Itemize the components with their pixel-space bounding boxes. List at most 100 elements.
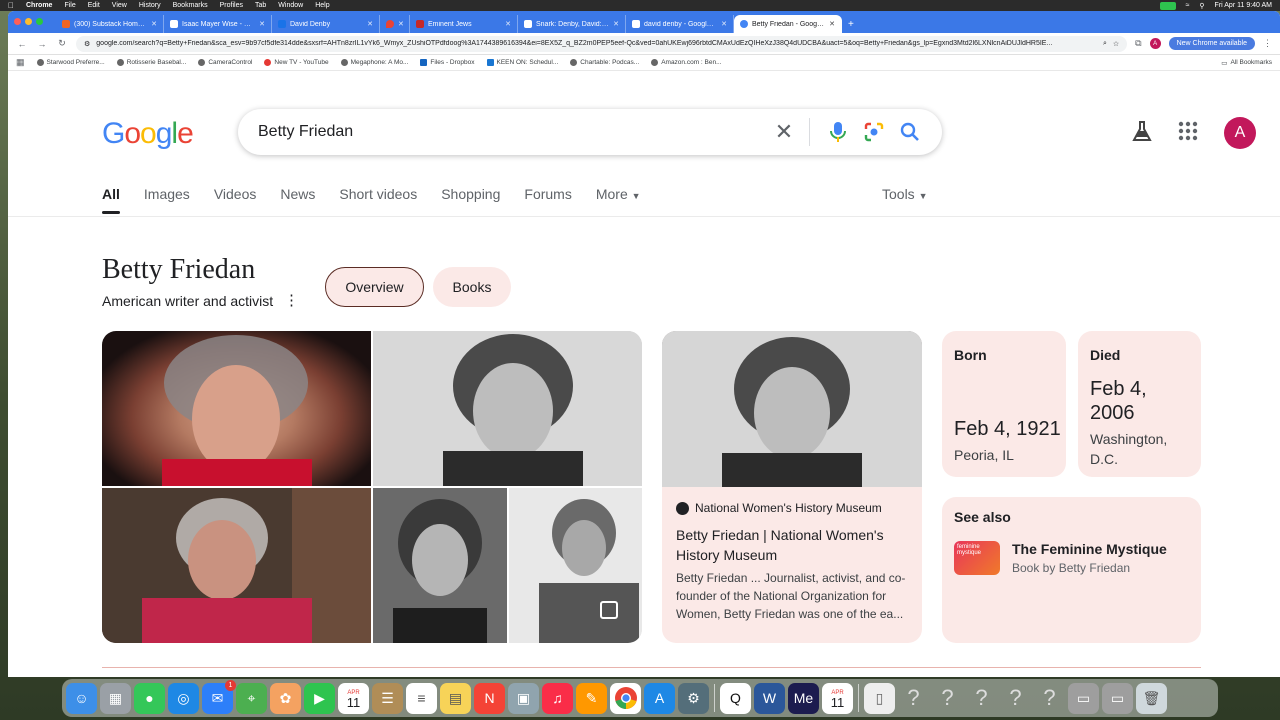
menu-kebab-icon[interactable]: ⋮: [1263, 38, 1272, 49]
tab-google-denby[interactable]: david denby - Google Search✕: [626, 15, 734, 33]
calendar-icon[interactable]: APR 11: [338, 682, 369, 714]
reminders-icon[interactable]: ≡: [406, 682, 437, 714]
tab-google-friedan[interactable]: Betty Friedan - Google Search ✕: [734, 15, 842, 33]
menu-bookmarks[interactable]: Bookmarks: [173, 2, 208, 9]
bookmark-star-icon[interactable]: ☆: [1113, 40, 1119, 48]
tab-more[interactable]: More ▼: [596, 186, 641, 214]
google-apps-icon[interactable]: [1178, 121, 1198, 146]
extensions-icon[interactable]: ⧉: [1135, 38, 1141, 49]
search-submit-icon[interactable]: [896, 118, 924, 146]
close-tab-icon[interactable]: ✕: [721, 20, 727, 28]
bookmark-item[interactable]: CameraControl: [198, 59, 252, 66]
apps-grid-icon[interactable]: ▦: [16, 57, 25, 68]
forward-icon[interactable]: →: [36, 39, 48, 49]
mail-icon[interactable]: ✉ 1: [202, 679, 236, 714]
close-tab-icon[interactable]: ✕: [367, 20, 373, 28]
search-input[interactable]: [258, 123, 769, 141]
bookmark-item[interactable]: Chartable: Podcas...: [570, 59, 639, 66]
entity-image[interactable]: [102, 488, 371, 643]
menu-edit[interactable]: Edit: [88, 2, 100, 9]
reload-icon[interactable]: ↻: [56, 38, 68, 49]
close-tab-icon[interactable]: ✕: [398, 20, 404, 28]
bookmark-item[interactable]: Megaphone: A Mo...: [340, 59, 408, 66]
messages-icon[interactable]: ●: [134, 682, 165, 714]
pages-icon[interactable]: ✎: [576, 682, 607, 714]
source-title-link[interactable]: Betty Friedan | National Women's History…: [676, 525, 912, 565]
lens-search-icon[interactable]: [860, 118, 888, 146]
facetime-status-icon[interactable]: [1159, 1, 1176, 10]
word-icon[interactable]: W: [754, 682, 785, 714]
account-avatar[interactable]: A: [1224, 117, 1256, 149]
trash-icon[interactable]: 🗑: [1136, 682, 1167, 714]
contacts-icon[interactable]: ☰: [372, 682, 403, 714]
entity-image[interactable]: [373, 488, 507, 643]
tab-eminent-jews[interactable]: Eminent Jews ✕: [410, 15, 518, 33]
address-bar[interactable]: ⚙ google.com/search?q=Betty+Friedan&sca_…: [76, 35, 1128, 52]
bookmark-item[interactable]: KEEN ON: Schedul...: [486, 59, 558, 66]
site-info-icon[interactable]: ⚙: [84, 40, 90, 48]
search-icon[interactable]: ⚲: [1199, 2, 1204, 10]
menu-window[interactable]: Window: [278, 2, 303, 9]
preview-icon[interactable]: ▣: [508, 682, 539, 714]
unknown-app-icon[interactable]: ?: [898, 683, 929, 714]
died-card[interactable]: Died Feb 4, 2006 Washington, D.C.: [1078, 331, 1201, 477]
close-window-button[interactable]: [14, 18, 21, 25]
unknown-app-icon[interactable]: ?: [966, 683, 997, 714]
clear-search-icon[interactable]: ✕: [769, 119, 799, 145]
book-thumbnail[interactable]: feminine mystique: [954, 541, 1000, 575]
system-settings-icon[interactable]: ⚙: [678, 682, 709, 714]
minimized-window-icon[interactable]: ▭: [1068, 682, 1099, 714]
tab-amazon-snark[interactable]: Snark: Denby, David: 97814... ✕: [518, 15, 626, 33]
minimize-window-button[interactable]: [25, 18, 32, 25]
photos-icon[interactable]: ✿: [270, 682, 301, 714]
tab-videos[interactable]: Videos: [214, 186, 257, 214]
wifi-icon[interactable]: ≈: [1186, 2, 1190, 9]
menubar-clock[interactable]: Fri Apr 11 9:40 AM: [1215, 2, 1272, 9]
safari-icon[interactable]: ◎: [168, 682, 199, 714]
tab-news[interactable]: News: [280, 186, 315, 214]
tab-wikipedia[interactable]: Isaac Mayer Wise - Wikipedia ✕: [164, 15, 272, 33]
labs-flask-icon[interactable]: [1132, 120, 1152, 147]
menu-profiles[interactable]: Profiles: [220, 2, 243, 9]
menu-history[interactable]: History: [139, 2, 161, 9]
tab-david-denby[interactable]: David Denby ✕: [272, 15, 380, 33]
entity-image[interactable]: [102, 331, 371, 486]
tab-all[interactable]: All: [102, 186, 120, 214]
apple-icon[interactable]: : [8, 1, 14, 10]
entity-image[interactable]: [509, 488, 642, 643]
chip-books[interactable]: Books: [433, 267, 511, 307]
minimized-window-icon[interactable]: ▭: [1102, 682, 1133, 714]
profile-icon[interactable]: A: [1149, 38, 1161, 49]
tab-forums[interactable]: Forums: [524, 186, 571, 214]
menu-file[interactable]: File: [64, 2, 75, 9]
zoom-window-button[interactable]: [36, 18, 43, 25]
unknown-app-icon[interactable]: ?: [1000, 683, 1031, 714]
quicktime-icon[interactable]: Q: [720, 682, 751, 714]
media-encoder-icon[interactable]: Me: [788, 682, 819, 714]
bookmark-item[interactable]: Amazon.com : Ben...: [651, 59, 722, 66]
back-icon[interactable]: ←: [16, 39, 28, 49]
maps-icon[interactable]: ⌖: [236, 682, 267, 714]
source-card[interactable]: National Women's History Museum Betty Fr…: [662, 331, 922, 643]
new-tab-button[interactable]: +: [842, 19, 860, 30]
close-tab-icon[interactable]: ✕: [829, 20, 835, 28]
tools-button[interactable]: Tools ▼: [882, 186, 928, 202]
news-icon[interactable]: N: [474, 682, 505, 714]
chrome-icon[interactable]: [610, 682, 641, 714]
facetime-icon[interactable]: ▶: [304, 682, 335, 714]
tab-images[interactable]: Images: [144, 186, 190, 214]
book-title-link[interactable]: The Feminine Mystique: [1012, 541, 1167, 557]
entity-more-options-icon[interactable]: ⋮: [284, 291, 299, 309]
bookmark-item[interactable]: Files - Dropbox: [420, 59, 475, 66]
new-chrome-available-button[interactable]: New Chrome available: [1168, 37, 1255, 50]
google-logo[interactable]: Google: [102, 117, 194, 151]
close-tab-icon[interactable]: ✕: [151, 20, 157, 28]
close-tab-icon[interactable]: ✕: [259, 20, 265, 28]
voice-search-icon[interactable]: [824, 118, 852, 146]
tab-short-videos[interactable]: Short videos: [339, 186, 417, 214]
bookmark-item[interactable]: New TV - YouTube: [264, 59, 329, 66]
calendar-icon-2[interactable]: APR 11: [822, 682, 853, 714]
unknown-app-icon[interactable]: ?: [1034, 683, 1065, 714]
entity-image[interactable]: [373, 331, 642, 486]
all-bookmarks[interactable]: ▭ All Bookmarks: [1221, 59, 1272, 67]
